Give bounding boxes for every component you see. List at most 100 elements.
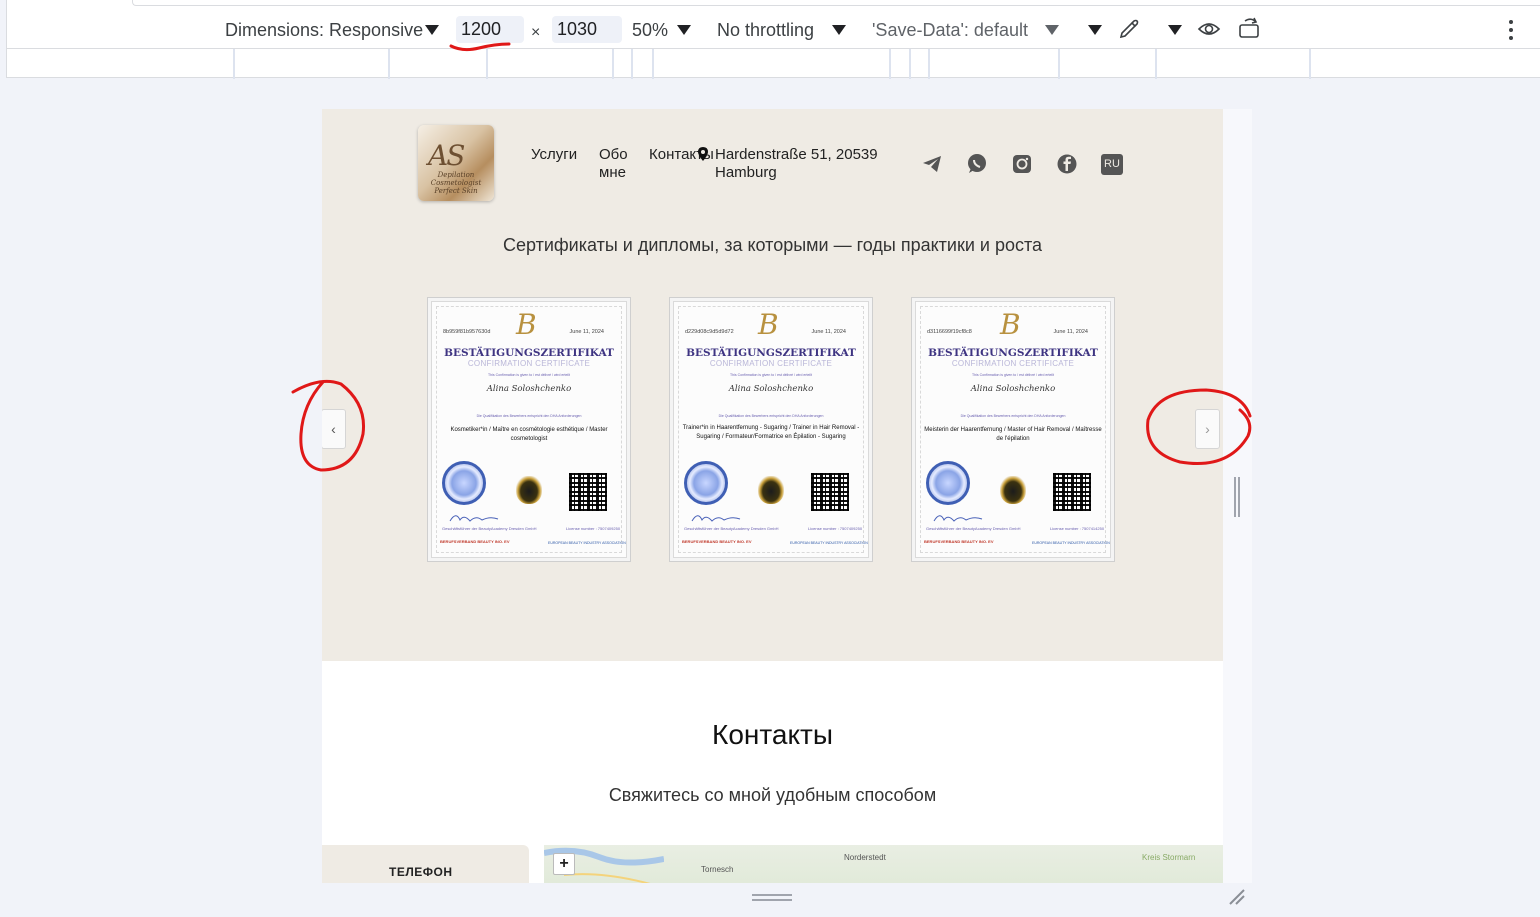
certificate-qualification: Kosmetiker*in / Maître en cosmétologie e… bbox=[450, 427, 608, 442]
height-input[interactable]: 1030 bbox=[552, 16, 622, 43]
certificate-card[interactable]: B d229d08c9d5d9d72 June 11, 2024 BESTÄTI… bbox=[669, 297, 873, 562]
facebook-icon[interactable] bbox=[1056, 153, 1078, 175]
certificate-qualification: Meisterin der Haarentfernung / Master of… bbox=[924, 427, 1102, 442]
nav-link-services[interactable]: Услуги bbox=[531, 146, 577, 164]
site-logo[interactable]: AS Depilation Cosmetologist Perfect Skin bbox=[418, 125, 494, 201]
certificates-subtitle: Сертификаты и дипломы, за которыми — год… bbox=[502, 235, 1043, 255]
eyedropper-icon[interactable] bbox=[1117, 17, 1141, 41]
zoom-dropdown[interactable]: 50% bbox=[632, 18, 668, 42]
certificate-date: June 11, 2024 bbox=[811, 329, 846, 335]
annotation-circle-next bbox=[1146, 388, 1252, 466]
certificate-title: BESTÄTIGUNGSZERTIFIKAT bbox=[444, 347, 614, 359]
certificate-name: Alina Soloshchenko bbox=[486, 384, 572, 394]
certificate-given: This Confirmation is given to / est déli… bbox=[972, 373, 1054, 377]
dimensions-dropdown[interactable]: Dimensions: Responsive bbox=[225, 18, 423, 42]
certificate-date: June 11, 2024 bbox=[569, 329, 604, 335]
chevron-down-icon[interactable] bbox=[832, 25, 846, 35]
certificate-subtitle: CONFIRMATION CERTIFICATE bbox=[709, 359, 833, 368]
association-logo-left: BERUFSVERBAND BEAUTY INO. EV bbox=[924, 539, 994, 544]
certificate-given: This Confirmation is given to / est déli… bbox=[488, 373, 570, 377]
nav-link-about[interactable]: Обо мне bbox=[599, 146, 628, 182]
association-logo-right: EUROPEAN BEAUTY INDUSTRY ASSOCIATION bbox=[1032, 541, 1110, 545]
certificate-title: BESTÄTIGUNGSZERTIFIKAT bbox=[928, 347, 1098, 359]
chevron-down-icon[interactable] bbox=[677, 25, 691, 35]
contacts-subtitle: Свяжитесь со мной удобным способом bbox=[608, 785, 937, 805]
crest-icon bbox=[516, 476, 542, 504]
signature-icon bbox=[691, 515, 741, 522]
save-data-dropdown[interactable]: 'Save-Data': default bbox=[872, 18, 1028, 42]
certificate-signer: Geschäftsführer der BeautyAcademy Dresde… bbox=[684, 526, 779, 531]
rotate-icon[interactable] bbox=[1237, 16, 1263, 40]
seal-icon bbox=[442, 461, 486, 505]
certificate-title: BESTÄTIGUNGSZERTIFIKAT bbox=[686, 347, 856, 359]
resize-handle-bottom[interactable] bbox=[752, 893, 792, 903]
certificate-signer: Geschäftsführer der BeautyAcademy Dresde… bbox=[442, 526, 537, 531]
annotation-underline bbox=[449, 42, 511, 52]
certificate-code: d3116699f19cf8c8 bbox=[927, 329, 972, 335]
academy-logo: B bbox=[1000, 308, 1021, 341]
qr-code-icon bbox=[1053, 473, 1091, 511]
certificate-dqr: Die Qualifikation des Bewerbers entspric… bbox=[960, 414, 1066, 418]
instagram-icon[interactable] bbox=[1011, 153, 1033, 175]
throttling-dropdown[interactable]: No throttling bbox=[717, 18, 814, 42]
chevron-down-icon[interactable] bbox=[1088, 25, 1102, 35]
certificate-given: This Confirmation is given to / est déli… bbox=[730, 373, 812, 377]
association-logo-right: EUROPEAN BEAUTY INDUSTRY ASSOCIATION bbox=[790, 541, 868, 545]
address-line2: Hamburg bbox=[715, 164, 777, 181]
chevron-down-icon[interactable] bbox=[1045, 25, 1059, 35]
map-zoom-in-button[interactable]: + bbox=[553, 853, 575, 875]
certificate-license: License number : 7507409250 bbox=[808, 526, 863, 531]
certificate-date: June 11, 2024 bbox=[1053, 329, 1088, 335]
certificate-name: Alina Soloshchenko bbox=[970, 384, 1056, 394]
signature-icon bbox=[449, 515, 499, 522]
chevron-down-icon[interactable] bbox=[1168, 25, 1182, 35]
certificate-card[interactable]: B d3116699f19cf8c8 June 11, 2024 BESTÄTI… bbox=[911, 297, 1115, 562]
eye-icon[interactable] bbox=[1197, 18, 1221, 40]
media-query-ruler[interactable] bbox=[7, 48, 1540, 79]
map-place-label: Tornesch bbox=[701, 865, 734, 874]
qr-code-icon bbox=[569, 473, 607, 511]
qr-code-icon bbox=[811, 473, 849, 511]
location-pin-icon bbox=[698, 147, 708, 161]
chevron-down-icon[interactable] bbox=[425, 25, 439, 35]
device-toolbar: Dimensions: Responsive 1200 × 1030 50% N… bbox=[6, 0, 1540, 79]
language-switcher[interactable]: RU bbox=[1101, 154, 1123, 175]
certificate-subtitle: CONFIRMATION CERTIFICATE bbox=[467, 359, 591, 368]
telegram-icon[interactable] bbox=[921, 153, 943, 175]
resize-handle-right[interactable] bbox=[1233, 477, 1241, 517]
phone-label: ТЕЛЕФОН bbox=[389, 865, 453, 879]
nav-about-line1: Обо bbox=[599, 146, 628, 163]
seal-icon bbox=[684, 461, 728, 505]
association-logo-right: EUROPEAN BEAUTY INDUSTRY ASSOCIATION bbox=[548, 541, 626, 545]
address-line1: Hardenstraße 51, 20539 bbox=[715, 146, 878, 163]
map-place-label: Kreis Stormarn bbox=[1142, 853, 1196, 862]
association-logo-left: BERUFSVERBAND BEAUTY INO. EV bbox=[440, 539, 510, 544]
nav-address[interactable]: Hardenstraße 51, 20539 Hamburg bbox=[715, 146, 878, 182]
certificate-card[interactable]: B 8b959f81b957630d June 11, 2024 BESTÄTI… bbox=[427, 297, 631, 562]
certificate-subtitle: CONFIRMATION CERTIFICATE bbox=[951, 359, 1075, 368]
toolbar-top-border bbox=[132, 0, 1540, 6]
whatsapp-icon[interactable] bbox=[966, 153, 988, 175]
certificate-signer: Geschäftsführer der BeautyAcademy Dresde… bbox=[926, 526, 1021, 531]
certificate-name: Alina Soloshchenko bbox=[728, 384, 814, 394]
map[interactable]: + Norderstedt Tornesch Kreis Stormarn bbox=[544, 845, 1223, 883]
certificate-dqr: Die Qualifikation des Bewerbers entspric… bbox=[476, 414, 582, 418]
more-vert-icon[interactable] bbox=[1507, 18, 1515, 42]
academy-logo: B bbox=[516, 308, 537, 341]
resize-corner-handle[interactable] bbox=[1228, 888, 1246, 906]
annotation-circle-prev bbox=[291, 379, 366, 472]
certificate-code: d229d08c9d5d9d72 bbox=[685, 329, 734, 335]
academy-logo: B bbox=[758, 308, 779, 341]
certificate-dqr: Die Qualifikation des Bewerbers entspric… bbox=[718, 414, 824, 418]
map-place-label: Norderstedt bbox=[844, 853, 886, 862]
signature-icon bbox=[933, 515, 983, 522]
certificate-code: 8b959f81b957630d bbox=[443, 329, 491, 335]
contacts-title: Контакты bbox=[712, 719, 833, 750]
seal-icon bbox=[926, 461, 970, 505]
crest-icon bbox=[1000, 476, 1026, 504]
certificate-qualification: Trainer*in in Haarentfernung - Sugaring … bbox=[682, 425, 860, 440]
certificate-license: License number : 7507414250 bbox=[1050, 526, 1105, 531]
emulated-viewport: AS Depilation Cosmetologist Perfect Skin… bbox=[322, 109, 1223, 883]
certificate-license: License number : 7507409250 bbox=[566, 526, 621, 531]
logo-tagline: Depilation Cosmetologist Perfect Skin bbox=[430, 171, 482, 195]
